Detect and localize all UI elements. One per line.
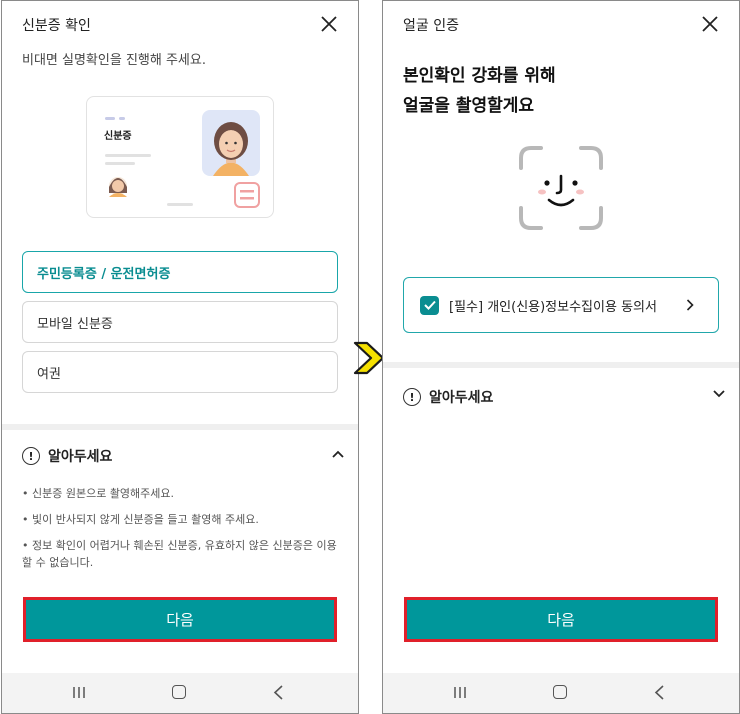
recent-apps-icon[interactable] [453, 686, 467, 699]
back-icon[interactable] [272, 685, 286, 700]
recent-apps-icon[interactable] [72, 686, 86, 699]
back-icon[interactable] [653, 685, 667, 700]
info-icon: ! [22, 447, 40, 465]
instruction-text: 비대면 실명확인을 진행해 주세요. [22, 53, 206, 68]
face-verification-screen: 얼굴 인증 본인확인 강화를 위해 얼굴을 촬영할게요 [필수] 개인(신용)정… [382, 0, 740, 714]
option-resident-id-driver-license[interactable]: 주민등록증 / 운전면허증 [22, 251, 338, 293]
headline-line-1: 본인확인 강화를 위해 [403, 66, 556, 86]
face-scan-icon [519, 146, 603, 230]
close-icon[interactable] [699, 13, 721, 35]
section-divider [383, 362, 739, 368]
id-card-illustration: 신분증 [86, 96, 274, 218]
notice-item: • 정보 확인이 어렵거나 훼손된 신분증, 유효하지 않은 신분증은 이용할 … [22, 539, 337, 569]
system-nav-bar [2, 673, 358, 713]
headline: 본인확인 강화를 위해 얼굴을 촬영할게요 [403, 61, 556, 121]
section-divider [2, 424, 358, 430]
id-card-graphic [105, 110, 260, 208]
option-passport[interactable]: 여권 [22, 351, 338, 393]
id-verification-screen: 신분증 확인 비대면 실명확인을 진행해 주세요. 신분증 주민등록증 / 운전… [1, 0, 359, 714]
notice-list: • 신분증 원본으로 촬영해주세요. • 빛이 반사되지 않게 신분증을 들고 … [22, 485, 340, 580]
system-nav-bar [383, 673, 739, 713]
notice-toggle[interactable]: ! 알아두세요 [403, 387, 493, 407]
headline-line-2: 얼굴을 촬영할게요 [403, 96, 535, 116]
page-title: 신분증 확인 [22, 18, 91, 34]
next-button[interactable]: 다음 [23, 597, 337, 642]
chevron-right-icon[interactable] [686, 299, 694, 311]
notice-toggle[interactable]: ! 알아두세요 [22, 446, 112, 466]
close-icon[interactable] [318, 13, 340, 35]
consent-row[interactable]: [필수] 개인(신용)정보수집이용 동의서 [403, 277, 719, 333]
consent-label: [필수] 개인(신용)정보수집이용 동의서 [449, 299, 657, 315]
notice-title: 알아두세요 [429, 390, 494, 406]
consent-checkbox[interactable] [420, 295, 439, 315]
info-icon: ! [403, 388, 421, 406]
home-icon[interactable] [172, 685, 186, 699]
notice-title: 알아두세요 [48, 449, 113, 465]
page-title: 얼굴 인증 [403, 18, 459, 34]
notice-item: • 신분증 원본으로 촬영해주세요. [22, 487, 175, 500]
chevron-up-icon[interactable] [332, 450, 344, 458]
id-card-label: 신분증 [104, 131, 132, 142]
checkmark-icon [423, 300, 436, 310]
chevron-down-icon[interactable] [713, 390, 725, 398]
next-button[interactable]: 다음 [404, 597, 718, 642]
option-mobile-id[interactable]: 모바일 신분증 [22, 301, 338, 343]
notice-item: • 빛이 반사되지 않게 신분증을 들고 촬영해 주세요. [22, 513, 259, 526]
home-icon[interactable] [553, 685, 567, 699]
